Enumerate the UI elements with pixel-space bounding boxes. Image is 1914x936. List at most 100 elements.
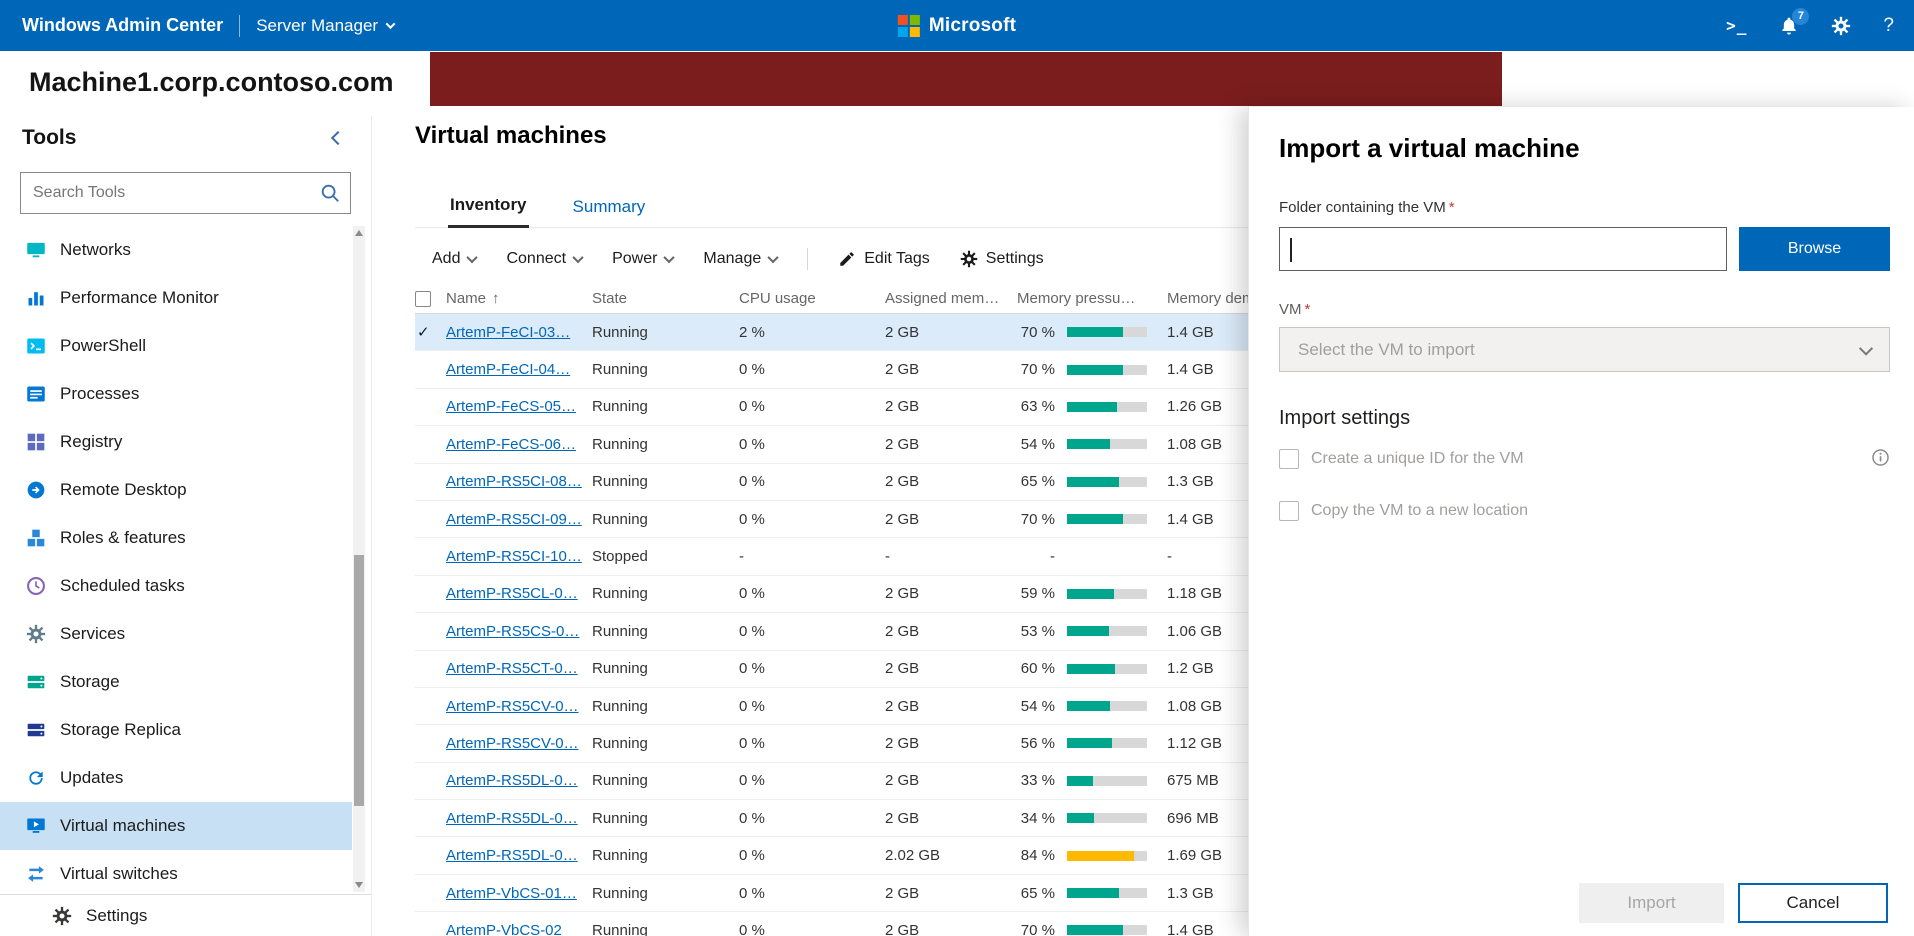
sidebar-item-powershell[interactable]: PowerShell [0,322,352,370]
memory-pressure-bar [1067,851,1147,861]
settings-gear-icon[interactable] [1831,16,1851,36]
toolbar-edit-tags-button[interactable]: Edit Tags [838,250,930,268]
top-bar: Windows Admin Center Server Manager Micr… [0,0,1914,51]
column-header-name[interactable]: Name↑ [446,290,592,307]
sidebar-item-services[interactable]: Services [0,610,352,658]
vm-name-link[interactable]: ArtemP-RS5CT-0… [446,660,578,677]
copy-vm-option[interactable]: Copy the VM to a new location [1279,499,1528,523]
vm-name-link[interactable]: ArtemP-RS5CV-0… [446,698,579,715]
sidebar-item-roles-features[interactable]: Roles & features [0,514,352,562]
sidebar-item-scheduled-tasks[interactable]: Scheduled tasks [0,562,352,610]
sidebar-item-settings[interactable]: Settings [26,895,371,936]
column-header-assigned-mem[interactable]: Assigned mem… [885,290,1017,307]
table-row[interactable]: ArtemP-RS5CT-0… Running 0 % 2 GB 60 % 1.… [415,651,1317,688]
vm-name-link[interactable]: ArtemP-VbCS-01… [446,885,577,902]
server-manager-dropdown[interactable]: Server Manager [256,16,394,36]
table-row[interactable]: ArtemP-RS5CL-0… Running 0 % 2 GB 59 % 1.… [415,576,1317,613]
table-row[interactable]: ArtemP-VbCS-01… Running 0 % 2 GB 65 % 1.… [415,875,1317,912]
vm-name-link[interactable]: ArtemP-VbCS-02 [446,922,562,936]
sidebar-item-storage-replica[interactable]: Storage Replica [0,706,352,754]
create-unique-id-checkbox[interactable] [1279,449,1299,469]
sidebar-item-virtual-machines[interactable]: Virtual machines [0,802,352,850]
sidebar-item-processes[interactable]: Processes [0,370,352,418]
sidebar-scrollbar[interactable] [353,226,365,892]
vm-name-link[interactable]: ArtemP-FeCI-03… [446,324,570,341]
settings-icon [52,906,72,926]
storage-icon [26,672,46,692]
vm-memory-pressure: 59 % [1017,585,1055,602]
sidebar-item-updates[interactable]: Updates [0,754,352,802]
chevron-down-icon [768,252,779,263]
scroll-down-icon[interactable] [355,882,363,888]
vm-name-link[interactable]: ArtemP-FeCI-04… [446,361,570,378]
sidebar-item-performance-monitor[interactable]: Performance Monitor [0,274,352,322]
table-row[interactable]: ArtemP-RS5DL-0… Running 0 % 2 GB 33 % 67… [415,763,1317,800]
table-row[interactable]: ArtemP-FeCS-05… Running 0 % 2 GB 63 % 1.… [415,389,1317,426]
toolbar-add-button[interactable]: Add [432,250,476,268]
column-header-state[interactable]: State [592,290,739,307]
toolbar-manage-button[interactable]: Manage [703,250,777,268]
table-row[interactable]: ArtemP-FeCI-04… Running 0 % 2 GB 70 % 1.… [415,351,1317,388]
memory-pressure-bar [1067,477,1147,487]
collapse-tools-pane-button[interactable] [329,127,347,150]
browse-button[interactable]: Browse [1739,227,1890,271]
select-all-checkbox[interactable] [415,291,431,307]
vm-name-link[interactable]: ArtemP-RS5CV-0… [446,735,579,752]
tab-inventory[interactable]: Inventory [448,195,529,228]
notifications-bell-icon[interactable]: 7 [1779,16,1799,36]
column-header-cpu-usage[interactable]: CPU usage [739,290,885,307]
search-tools-input[interactable] [21,173,350,213]
tab-summary[interactable]: Summary [571,197,648,227]
sidebar-item-networks[interactable]: Networks [0,226,352,274]
vm-cpu-usage: 0 % [739,623,885,640]
sidebar-item-remote-desktop[interactable]: Remote Desktop [0,466,352,514]
sidebar-item-registry[interactable]: Registry [0,418,352,466]
vm-name-link[interactable]: ArtemP-RS5CI-09… [446,511,582,528]
table-row[interactable]: ArtemP-RS5CV-0… Running 0 % 2 GB 56 % 1.… [415,725,1317,762]
table-row[interactable]: ✓ ArtemP-FeCI-03… Running 2 % 2 GB 70 % … [415,314,1317,351]
vm-name-link[interactable]: ArtemP-RS5CS-0… [446,623,579,640]
table-row[interactable]: ArtemP-RS5CS-0… Running 0 % 2 GB 53 % 1.… [415,613,1317,650]
toolbar-settings-button[interactable]: Settings [960,250,1044,268]
vm-name-link[interactable]: ArtemP-FeCS-06… [446,436,576,453]
vm-name-link[interactable]: ArtemP-RS5DL-0… [446,772,578,789]
powershell-console-icon[interactable]: >_ [1726,16,1747,35]
toolbar-divider [807,248,808,270]
vm-select-dropdown[interactable]: Select the VM to import [1279,327,1890,372]
info-icon[interactable] [1871,448,1890,467]
server-manager-label: Server Manager [256,16,378,36]
help-icon[interactable]: ? [1883,15,1894,37]
required-marker: * [1449,199,1455,216]
copy-vm-checkbox[interactable] [1279,501,1299,521]
cancel-button[interactable]: Cancel [1738,883,1888,923]
toolbar-connect-button[interactable]: Connect [506,250,582,268]
table-row[interactable]: ArtemP-RS5DL-0… Running 0 % 2.02 GB 84 %… [415,837,1317,874]
toolbar-power-button[interactable]: Power [612,250,673,268]
table-row[interactable]: ArtemP-RS5CI-10… Stopped - - - - [415,538,1317,575]
folder-label: Folder containing the VM* [1279,199,1455,216]
table-row[interactable]: ArtemP-VbCS-02 Running 0 % 2 GB 70 % 1.4… [415,912,1317,936]
scroll-up-icon[interactable] [355,230,363,236]
sidebar-item-storage[interactable]: Storage [0,658,352,706]
create-unique-id-option[interactable]: Create a unique ID for the VM [1279,447,1524,471]
folder-path-input[interactable] [1280,228,1726,270]
vm-name-link[interactable]: ArtemP-RS5DL-0… [446,847,578,864]
table-row[interactable]: ArtemP-FeCS-06… Running 0 % 2 GB 54 % 1.… [415,426,1317,463]
notification-badge: 7 [1792,8,1809,25]
checkbox-label: Create a unique ID for the VM [1311,450,1524,468]
vm-name-link[interactable]: ArtemP-FeCS-05… [446,398,576,415]
vm-name-link[interactable]: ArtemP-RS5CI-08… [446,473,582,490]
vm-name-link[interactable]: ArtemP-RS5DL-0… [446,810,578,827]
table-row[interactable]: ArtemP-RS5CI-09… Running 0 % 2 GB 70 % 1… [415,501,1317,538]
table-row[interactable]: ArtemP-RS5CI-08… Running 0 % 2 GB 65 % 1… [415,464,1317,501]
table-row[interactable]: ArtemP-RS5DL-0… Running 0 % 2 GB 34 % 69… [415,800,1317,837]
vm-name-link[interactable]: ArtemP-RS5CL-0… [446,585,578,602]
import-button[interactable]: Import [1579,883,1724,923]
app-title[interactable]: Windows Admin Center [22,15,223,36]
table-row[interactable]: ArtemP-RS5CV-0… Running 0 % 2 GB 54 % 1.… [415,688,1317,725]
vm-memory-pressure: 63 % [1017,398,1055,415]
column-header-memory-pressu[interactable]: Memory pressu… [1017,290,1167,307]
scrollbar-thumb[interactable] [354,555,364,806]
sidebar-item-virtual-switches[interactable]: Virtual switches [0,850,352,893]
vm-name-link[interactable]: ArtemP-RS5CI-10… [446,548,582,565]
